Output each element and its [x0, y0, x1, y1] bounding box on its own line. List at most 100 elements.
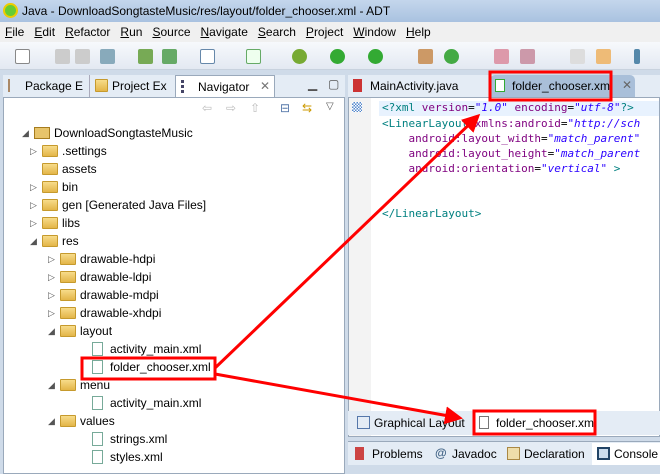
- maximize-icon[interactable]: ▢: [328, 77, 339, 91]
- save-all-icon[interactable]: [75, 49, 90, 64]
- window-title: Java - DownloadSongtasteMusic/res/layout…: [22, 4, 391, 18]
- folder-icon: [42, 217, 58, 229]
- tab-package-explorer[interactable]: Package E: [3, 75, 88, 97]
- graphical-layout-icon: [357, 416, 370, 429]
- checkbox-icon[interactable]: [200, 49, 215, 64]
- forward-icon[interactable]: ⇨: [226, 101, 236, 115]
- folder-icon: [60, 289, 76, 301]
- code-line-5: android:orientation="vertical" >: [382, 162, 621, 175]
- bottom-view-tabs: Problems @ Javadoc Declaration Console: [348, 441, 660, 465]
- xml-file-icon: [495, 79, 505, 92]
- tree-item-label: drawable-mdpi: [80, 288, 159, 302]
- next-annotation-icon[interactable]: [570, 49, 585, 64]
- expanded-arrow-icon[interactable]: ◢: [48, 380, 55, 391]
- expanded-arrow-icon[interactable]: ◢: [22, 128, 29, 139]
- navigator-icon: [181, 80, 194, 93]
- tab-main-activity[interactable]: MainActivity.java: [348, 75, 488, 97]
- code-line-3: android:layout_width="match_parent": [382, 132, 641, 145]
- javadoc-icon: @: [435, 446, 447, 460]
- menu-file[interactable]: File: [0, 22, 29, 39]
- save-icon[interactable]: [55, 49, 70, 64]
- android-sdk-icon[interactable]: [138, 49, 153, 64]
- new-package-icon[interactable]: [418, 49, 433, 64]
- expanded-arrow-icon[interactable]: ◢: [48, 416, 55, 427]
- search-icon[interactable]: [520, 49, 535, 64]
- tab-declaration[interactable]: Declaration: [502, 443, 590, 465]
- external-tools-icon[interactable]: [368, 49, 383, 64]
- folder-icon: [42, 235, 58, 247]
- debug-icon[interactable]: [292, 49, 307, 64]
- menu-refactor[interactable]: Refactor: [60, 22, 115, 39]
- tab-xml-source[interactable]: folder_chooser.xml: [474, 412, 594, 434]
- avd-manager-icon[interactable]: [162, 49, 177, 64]
- folder-icon: [60, 253, 76, 265]
- menu-project[interactable]: Project: [301, 22, 348, 39]
- close-icon[interactable]: ✕: [622, 78, 632, 92]
- print-icon[interactable]: [100, 49, 115, 64]
- menu-search[interactable]: Search: [253, 22, 301, 39]
- open-type-icon[interactable]: [494, 49, 509, 64]
- tab-problems[interactable]: Problems: [350, 443, 428, 465]
- menu-help[interactable]: Help: [401, 22, 436, 39]
- tree-item-label: drawable-ldpi: [80, 270, 152, 284]
- collapsed-arrow-icon[interactable]: ▷: [48, 272, 55, 283]
- menu-bar: File Edit Refactor Run Source Navigate Search P…: [0, 22, 660, 42]
- code-line-6: </LinearLayout>: [382, 207, 482, 220]
- editor-page-tabs: Graphical Layout folder_chooser.xml: [348, 411, 660, 435]
- folder-icon: [60, 271, 76, 283]
- collapsed-arrow-icon[interactable]: ▷: [30, 218, 37, 229]
- folder-icon: [60, 325, 76, 337]
- collapsed-arrow-icon[interactable]: ▷: [48, 254, 55, 265]
- tree-item-label: values: [80, 414, 115, 428]
- collapsed-arrow-icon[interactable]: ▷: [30, 200, 37, 211]
- tab-javadoc[interactable]: @ Javadoc: [430, 443, 500, 465]
- collapsed-arrow-icon[interactable]: ▷: [48, 290, 55, 301]
- tab-folder-chooser[interactable]: folder_chooser.xm ✕: [490, 75, 635, 97]
- menu-run[interactable]: Run: [115, 22, 147, 39]
- tree-item-label: activity_main.xml: [110, 342, 202, 356]
- link-editor-icon[interactable]: ⇆: [302, 101, 312, 115]
- app-icon: [3, 3, 18, 18]
- collapsed-arrow-icon[interactable]: ▷: [30, 182, 37, 193]
- code-line-2: <LinearLayout xmlns:android="http://sch: [382, 117, 641, 130]
- menu-source[interactable]: Source: [147, 22, 195, 39]
- pin-icon[interactable]: [634, 49, 640, 64]
- tree-item-label: drawable-hdpi: [80, 252, 156, 266]
- collapsed-arrow-icon[interactable]: ▷: [30, 146, 37, 157]
- run-icon[interactable]: [330, 49, 345, 64]
- tab-navigator[interactable]: Navigator ✕: [175, 75, 275, 97]
- file-icon: [92, 360, 103, 374]
- view-menu-icon[interactable]: ▽: [326, 101, 334, 112]
- tab-project-explorer[interactable]: Project Ex: [89, 75, 174, 97]
- new-class-icon[interactable]: [444, 49, 459, 64]
- new-icon[interactable]: [15, 49, 30, 64]
- problems-icon: [355, 447, 364, 460]
- expanded-arrow-icon[interactable]: ◢: [30, 236, 37, 247]
- close-icon[interactable]: ✕: [260, 79, 270, 93]
- tree-item-label: gen [Generated Java Files]: [62, 198, 207, 212]
- editor-ruler: [349, 98, 371, 436]
- minimize-icon[interactable]: ▁: [308, 77, 317, 91]
- menu-navigate[interactable]: Navigate: [196, 22, 253, 39]
- collapsed-arrow-icon[interactable]: ▷: [48, 308, 55, 319]
- back-icon[interactable]: ⇦: [202, 101, 212, 115]
- menu-window[interactable]: Window: [348, 22, 401, 39]
- menu-edit[interactable]: Edit: [29, 22, 60, 39]
- declaration-icon: [507, 447, 520, 460]
- tree-item-label: folder_chooser.xml: [110, 360, 211, 374]
- file-icon: [92, 432, 103, 446]
- tab-graphical-layout[interactable]: Graphical Layout: [352, 412, 470, 434]
- expanded-arrow-icon[interactable]: ◢: [48, 326, 55, 337]
- code-line-1: <?xml version="1.0" encoding="utf-8"?>: [382, 101, 634, 114]
- tree-item-label: layout: [80, 324, 113, 338]
- folder-icon: [42, 199, 58, 211]
- tab-console[interactable]: Console: [592, 443, 660, 465]
- folder-icon: [60, 415, 76, 427]
- left-view-tabs: Package E Project Ex Navigator ✕ ▁ ▢: [3, 75, 345, 97]
- collapse-all-icon[interactable]: ⊟: [280, 101, 290, 115]
- folder-icon: [60, 379, 76, 391]
- folder-icon: [42, 181, 58, 193]
- new-android-xml-icon[interactable]: [246, 49, 261, 64]
- up-icon[interactable]: ⇧: [250, 101, 260, 115]
- prev-annotation-icon[interactable]: [596, 49, 611, 64]
